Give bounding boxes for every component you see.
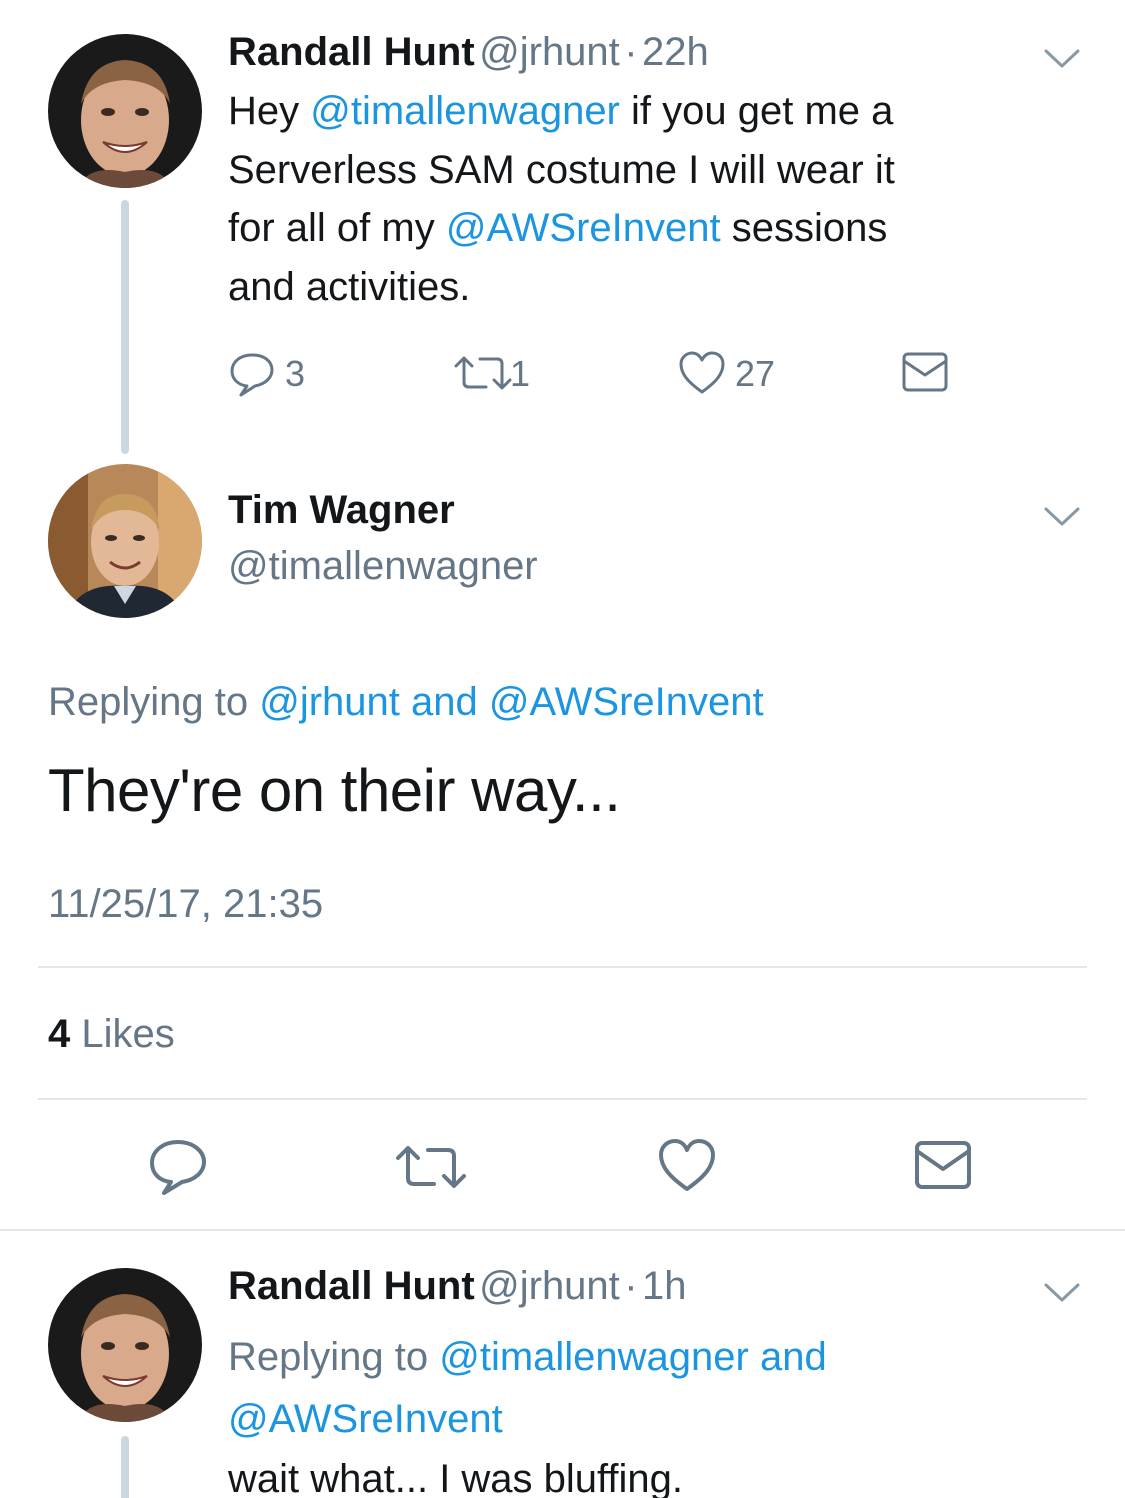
envelope-icon	[902, 352, 948, 392]
retweet-icon	[454, 356, 512, 390]
author-name[interactable]: Randall Hunt	[228, 1264, 475, 1308]
replying-to-line: Replying to @timallenwagner and @AWSreIn…	[228, 1335, 827, 1441]
avatar-randall-hunt[interactable]	[48, 34, 202, 188]
divider	[38, 966, 1087, 968]
mention-link[interactable]: @AWSreInvent	[489, 680, 764, 724]
reply-icon	[230, 353, 274, 397]
avatar-randall-hunt[interactable]	[48, 1268, 202, 1422]
thread-connector-line	[121, 1436, 129, 1498]
separator-dot: ·	[624, 30, 638, 74]
tweet-text: Hey @timallenwagner if you get me a Serv…	[228, 89, 895, 309]
chevron-down-icon[interactable]	[1044, 506, 1080, 528]
author-name[interactable]: Tim Wagner	[228, 488, 455, 533]
tweet-time[interactable]: 22h	[642, 30, 709, 74]
separator-dot: ·	[624, 1264, 638, 1308]
mention-link[interactable]: @AWSreInvent	[228, 1397, 503, 1441]
thread-connector-line	[121, 200, 129, 454]
mention-link[interactable]: @jrhunt	[259, 680, 400, 724]
likes-summary[interactable]: 4 Likes	[48, 1012, 175, 1057]
author-handle[interactable]: @jrhunt	[479, 30, 620, 74]
mention-link[interactable]: @timallenwagner	[310, 89, 620, 133]
author-handle[interactable]: @timallenwagner	[228, 544, 538, 589]
likes-label: Likes	[81, 1012, 175, 1056]
likes-count: 4	[48, 1012, 71, 1056]
like-button[interactable]	[658, 1138, 716, 1194]
direct-message-button[interactable]	[902, 352, 948, 392]
avatar-tim-wagner[interactable]	[48, 464, 202, 618]
chevron-down-icon[interactable]	[1044, 1282, 1080, 1304]
tweet-time[interactable]: 1h	[642, 1264, 687, 1308]
reply-button[interactable]	[148, 1138, 208, 1196]
tweet-text: They're on their way...	[48, 757, 621, 824]
reply-button[interactable]	[228, 350, 276, 398]
tweet-timestamp[interactable]: 11/25/17, 21:35	[48, 882, 323, 927]
reply-icon	[150, 1140, 206, 1195]
retweet-count: 1	[510, 353, 531, 394]
like-button[interactable]	[678, 350, 726, 396]
retweet-icon	[396, 1146, 466, 1188]
tweet-header: Randall Hunt @jrhunt · 22h	[228, 30, 709, 75]
mention-link[interactable]: @AWSreInvent	[446, 206, 721, 250]
heart-icon	[679, 351, 725, 394]
retweet-button[interactable]	[394, 1144, 468, 1192]
author-name[interactable]: Randall Hunt	[228, 30, 475, 74]
retweet-button[interactable]	[452, 354, 514, 392]
like-count: 27	[735, 353, 776, 394]
tweet-text: wait what... I was bluffing.	[228, 1457, 684, 1498]
tweet-header: Randall Hunt @jrhunt · 1h	[228, 1264, 687, 1309]
divider	[0, 1229, 1125, 1231]
replying-to-line: Replying to @jrhunt and @AWSreInvent	[48, 680, 764, 724]
envelope-icon	[915, 1141, 971, 1189]
reply-count: 3	[285, 353, 306, 394]
chevron-down-icon[interactable]	[1044, 48, 1080, 70]
heart-icon	[659, 1139, 715, 1191]
mention-link[interactable]: @timallenwagner	[439, 1335, 749, 1379]
direct-message-button[interactable]	[914, 1140, 972, 1190]
divider	[38, 1098, 1087, 1100]
author-handle[interactable]: @jrhunt	[479, 1264, 620, 1308]
